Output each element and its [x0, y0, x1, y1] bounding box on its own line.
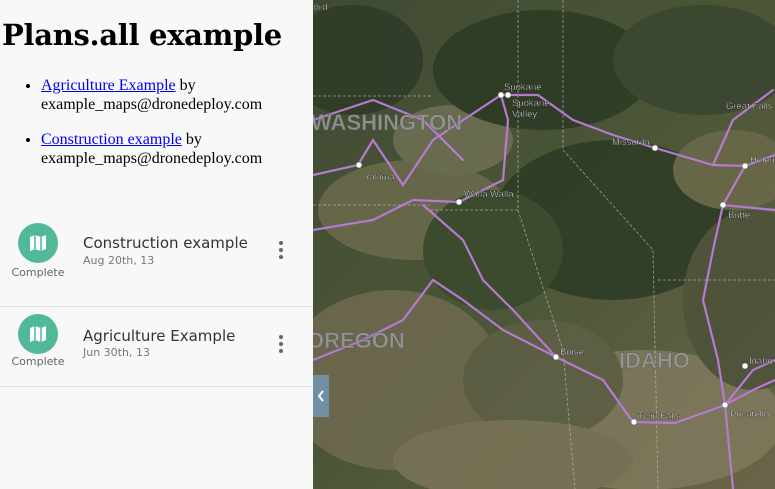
page-title: Plans.all example — [2, 18, 282, 52]
plan-name: Construction example — [83, 234, 248, 252]
plan-list: Agriculture Example by example_maps@drone… — [0, 76, 313, 184]
plan-link-construction[interactable]: Construction example — [41, 131, 182, 148]
plan-by-label: by — [179, 77, 196, 94]
city-marker[interactable] — [719, 201, 727, 209]
map-canvas[interactable]: WASHINGTON OREGON IDAHO ford Spokane Spo… — [313, 0, 775, 489]
collapse-panel-button[interactable] — [313, 375, 329, 417]
city-label: Helena — [750, 155, 775, 166]
plan-date: Jun 30th, 13 — [83, 346, 150, 359]
city-label: Spokane — [504, 82, 542, 93]
satellite-map[interactable]: WASHINGTON OREGON IDAHO ford Spokane Spo… — [313, 0, 775, 489]
city-label: Great Falls — [726, 101, 773, 112]
map-icon — [18, 314, 58, 354]
city-marker[interactable] — [741, 162, 749, 170]
plan-link-agriculture[interactable]: Agriculture Example — [41, 77, 176, 94]
city-marker[interactable] — [455, 198, 463, 206]
city-label: ford — [313, 2, 327, 13]
city-label: Idaho — [749, 356, 773, 367]
city-label: Butte — [728, 210, 750, 221]
status-label: Complete — [11, 266, 65, 279]
plan-card-agriculture[interactable]: Complete Agriculture Example Jun 30th, 1… — [0, 297, 313, 387]
city-label: Valley — [512, 109, 537, 120]
city-marker[interactable] — [721, 401, 729, 409]
terrain-patches — [313, 5, 775, 489]
plan-owner: example_maps@dronedeploy.com — [41, 96, 263, 113]
plan-by-label: by — [185, 131, 202, 148]
more-options-icon[interactable] — [271, 333, 291, 355]
plan-owner: example_maps@dronedeploy.com — [41, 150, 263, 167]
city-marker[interactable] — [651, 144, 659, 152]
city-label: Twin Falls — [638, 411, 680, 422]
status-label: Complete — [11, 355, 65, 368]
city-label: Yakima — [364, 172, 396, 183]
list-item: Construction example by example_maps@dron… — [41, 130, 313, 168]
plan-card-construction[interactable]: Complete Construction example Aug 20th, … — [0, 217, 313, 307]
city-label: Boise — [560, 347, 584, 358]
chevron-left-icon — [317, 390, 324, 402]
more-options-icon[interactable] — [271, 239, 291, 261]
plan-date: Aug 20th, 13 — [83, 254, 155, 267]
list-item: Agriculture Example by example_maps@drone… — [41, 76, 313, 114]
map-icon — [18, 223, 58, 263]
city-marker[interactable] — [741, 362, 749, 370]
plans-panel: Plans.all example Agriculture Example by… — [0, 0, 313, 489]
city-label: Missoula — [612, 137, 650, 148]
state-label-oregon: OREGON — [313, 328, 405, 353]
city-label: Spokane — [512, 98, 550, 109]
city-marker[interactable] — [630, 418, 638, 426]
plan-name: Agriculture Example — [83, 327, 236, 345]
city-label: Pocatello — [730, 409, 769, 420]
state-label-idaho: IDAHO — [619, 348, 690, 373]
city-label: Walla Walla — [464, 189, 514, 200]
city-marker[interactable] — [355, 161, 363, 169]
state-label-washington: WASHINGTON — [313, 110, 462, 135]
city-marker[interactable] — [552, 353, 560, 361]
